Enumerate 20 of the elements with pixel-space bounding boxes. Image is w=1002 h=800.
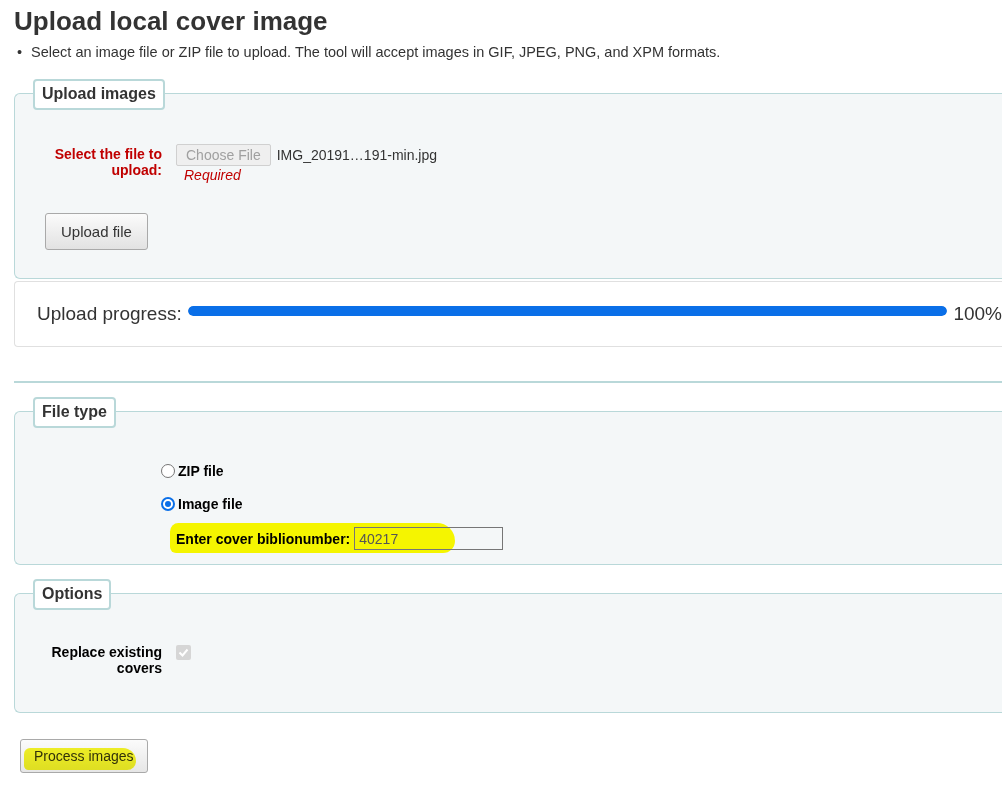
- file-name: IMG_20191…191-min.jpg: [276, 147, 437, 163]
- progress-reading: 100%: [953, 303, 1002, 325]
- radio-label[interactable]: Image file: [178, 495, 243, 512]
- file-label: Select the file to upload:: [53, 146, 163, 178]
- replace-covers-label: Replace existing covers: [50, 644, 163, 676]
- upload-file-button[interactable]: Upload file: [45, 213, 148, 250]
- required-note: Required: [184, 167, 242, 183]
- radio-label[interactable]: ZIP file: [178, 462, 224, 479]
- radio-button[interactable]: [161, 463, 175, 478]
- check-icon: [178, 647, 189, 658]
- biblionumber-field[interactable]: 40217: [354, 527, 504, 550]
- panel-legend: Upload images: [33, 79, 165, 110]
- panel-legend: Options: [33, 579, 112, 610]
- page-title: Upload local cover image: [14, 6, 329, 37]
- panel-legend: File type: [33, 397, 116, 428]
- radio-button[interactable]: [161, 496, 175, 511]
- progress-label: Upload progress:: [37, 303, 182, 325]
- biblionumber-label: Enter cover biblionumber:: [176, 530, 351, 547]
- intro-text: Select an image file or ZIP file to upload. The tool will accept images in GIF, JPEG, PNG, and XPM formats.: [31, 43, 721, 61]
- bullet-mark: •: [17, 43, 23, 61]
